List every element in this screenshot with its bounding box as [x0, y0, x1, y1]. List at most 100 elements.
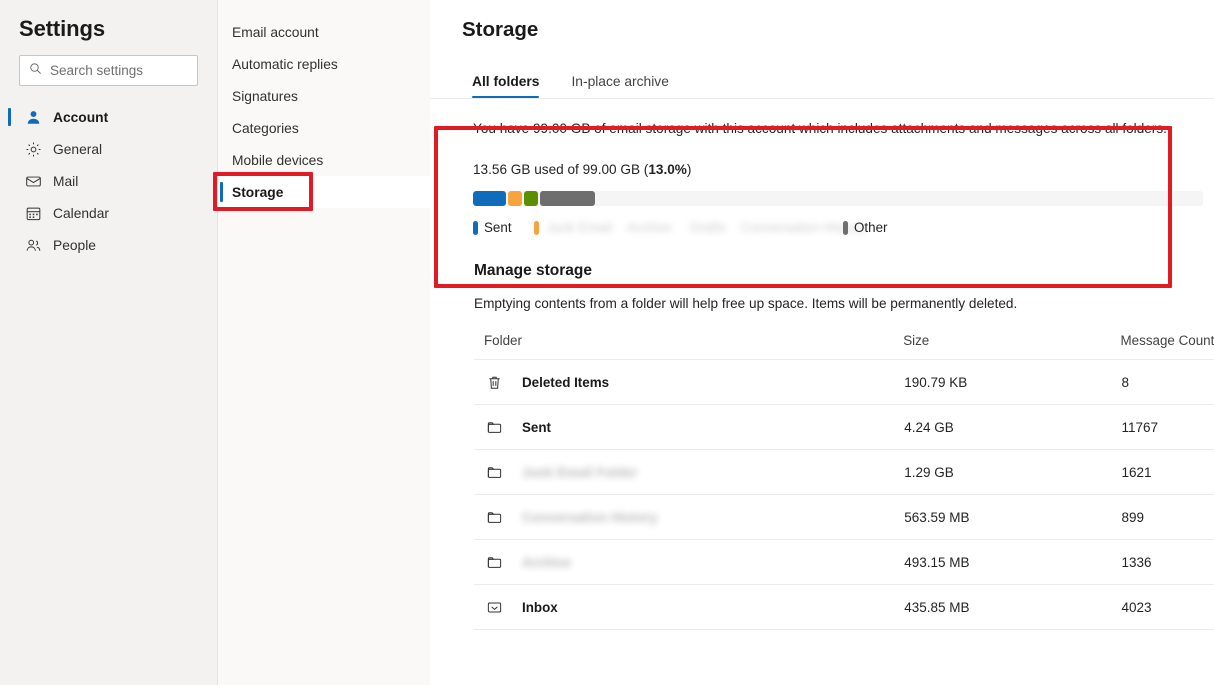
folder-icon — [485, 463, 503, 481]
folder-icon — [485, 418, 503, 436]
storage-legend: Sent Junk Email Archive Drafts Conversat… — [473, 219, 1203, 236]
table-row[interactable]: Inbox 435.85 MB 4023 — [474, 584, 1214, 631]
storage-folders-table: Folder Size Message Count Manage — [474, 333, 1214, 631]
folder-name: Deleted Items — [522, 374, 610, 390]
folder-size: 190.79 KB — [903, 359, 1121, 406]
usage-segment-sent — [473, 191, 506, 207]
folder-size: 435.85 MB — [903, 584, 1121, 631]
folder-name: Conversation History — [522, 509, 658, 525]
table-row[interactable]: Conversation History 563.59 MB 899 — [474, 494, 1214, 541]
storage-content: You have 99.00 GB of email storage with … — [430, 99, 1214, 631]
search-container — [0, 42, 217, 86]
folder-message-count: 1336 — [1120, 539, 1214, 586]
folder-cell: Junk Email Folder — [474, 449, 904, 496]
folder-size: 563.59 MB — [903, 494, 1121, 541]
folder-message-count: 11767 — [1120, 404, 1214, 451]
column-header-size: Size — [903, 333, 1121, 361]
table-row[interactable]: Sent 4.24 GB 11767 — [474, 404, 1214, 451]
folder-message-count: 8 — [1120, 359, 1214, 406]
manage-storage-subtext: Emptying contents from a folder will hel… — [474, 296, 1018, 312]
sidebar-item-people[interactable]: People — [0, 229, 217, 261]
table-row[interactable]: Junk Email Folder 1.29 GB 1621 — [474, 449, 1214, 496]
search-settings-box[interactable] — [19, 55, 198, 86]
table-header-row: Folder Size Message Count Manage — [474, 333, 1214, 361]
person-icon — [24, 108, 42, 126]
subnav-item-automatic-replies[interactable]: Automatic replies — [218, 48, 430, 80]
calendar-icon — [24, 204, 42, 222]
table-body: Deleted Items 190.79 KB 8 Sent 4.24 GB 1… — [474, 359, 1214, 631]
sidebar-item-label: General — [53, 141, 103, 157]
folder-cell: Inbox — [474, 584, 904, 631]
usage-segment-2 — [508, 191, 522, 207]
usage-prefix: 13.56 GB used of 99.00 GB ( — [473, 162, 649, 178]
sidebar-item-label: Mail — [53, 173, 79, 189]
storage-pane: Storage All folders In-place archive You… — [430, 0, 1214, 685]
storage-description: You have 99.00 GB of email storage with … — [473, 121, 1167, 136]
legend-label: Sent — [484, 220, 512, 236]
legend-item-sent: Sent — [473, 220, 512, 235]
folder-size: 1.29 GB — [903, 449, 1121, 496]
inbox-icon — [485, 598, 503, 616]
trash-icon — [485, 373, 503, 391]
folder-icon — [485, 553, 503, 571]
folder-message-count: 1621 — [1120, 449, 1214, 496]
subnav-item-signatures[interactable]: Signatures — [218, 80, 430, 112]
folder-name: Sent — [522, 419, 552, 435]
folder-cell: Archive — [474, 539, 904, 586]
folder-cell: Deleted Items — [474, 359, 904, 406]
legend-swatch-gray — [843, 220, 848, 235]
gear-icon — [24, 140, 42, 158]
tab-all-folders[interactable]: All folders — [462, 74, 549, 98]
folder-icon — [485, 508, 503, 526]
folder-size: 4.24 GB — [903, 404, 1121, 451]
sidebar-item-calendar[interactable]: Calendar — [0, 197, 217, 229]
column-header-folder: Folder — [474, 333, 904, 361]
tab-in-place-archive[interactable]: In-place archive — [561, 74, 678, 98]
legend-label: Other — [854, 220, 888, 236]
legend-swatch-blue — [473, 220, 478, 235]
sidebar-nav-list: Account General Mail Calendar People — [0, 101, 217, 261]
usage-segment-3 — [524, 191, 538, 207]
sidebar-item-label: Calendar — [53, 205, 109, 221]
legend-label-redacted: Junk Email Archive Drafts Conversation H… — [546, 220, 866, 236]
folder-name: Junk Email Folder — [522, 464, 638, 480]
folder-name: Inbox — [522, 599, 558, 615]
folder-name: Archive — [522, 554, 572, 570]
subnav-item-mobile-devices[interactable]: Mobile devices — [218, 144, 430, 176]
storage-usage-bar — [473, 191, 1203, 207]
settings-title: Settings — [19, 16, 105, 41]
envelope-icon — [24, 172, 42, 190]
sidebar-item-account[interactable]: Account — [0, 101, 217, 133]
account-subnav: Email account Automatic replies Signatur… — [218, 0, 430, 685]
table-row[interactable]: Deleted Items 190.79 KB 8 — [474, 359, 1214, 406]
storage-tabs: All folders In-place archive — [430, 59, 1214, 99]
storage-usage-line: 13.56 GB used of 99.00 GB (13.0%) — [473, 162, 1172, 177]
settings-sidebar: Settings Acco — [0, 0, 218, 685]
folder-size: 493.15 MB — [903, 539, 1121, 586]
legend-item-other: Other — [843, 220, 888, 235]
usage-suffix: ) — [686, 162, 692, 178]
folder-message-count: 4023 — [1120, 584, 1214, 631]
people-icon — [24, 236, 42, 254]
search-icon — [29, 62, 42, 80]
legend-item-redacted-2: Junk Email Archive Drafts Conversation H… — [547, 220, 866, 235]
folder-cell: Conversation History — [474, 494, 904, 541]
usage-segment-other — [540, 191, 595, 207]
storage-summary-panel: You have 99.00 GB of email storage with … — [430, 99, 1214, 236]
folder-cell: Sent — [474, 404, 904, 451]
table-header: Folder Size Message Count Manage — [474, 333, 1214, 361]
subnav-item-categories[interactable]: Categories — [218, 112, 430, 144]
subnav-item-email-account[interactable]: Email account — [218, 16, 430, 48]
page-title: Storage — [462, 18, 539, 41]
column-header-message-count: Message Count — [1120, 333, 1214, 361]
subnav-item-storage[interactable]: Storage — [218, 176, 430, 208]
sidebar-item-label: Account — [53, 109, 109, 125]
sidebar-item-mail[interactable]: Mail — [0, 165, 217, 197]
legend-swatch-orange — [533, 220, 539, 235]
settings-window: Settings Acco — [0, 0, 1214, 685]
manage-storage-heading: Manage storage — [474, 262, 593, 280]
sidebar-item-general[interactable]: General — [0, 133, 217, 165]
legend-item-redacted-1 — [533, 220, 539, 235]
search-input[interactable] — [50, 63, 188, 78]
table-row[interactable]: Archive 493.15 MB 1336 — [474, 539, 1214, 586]
